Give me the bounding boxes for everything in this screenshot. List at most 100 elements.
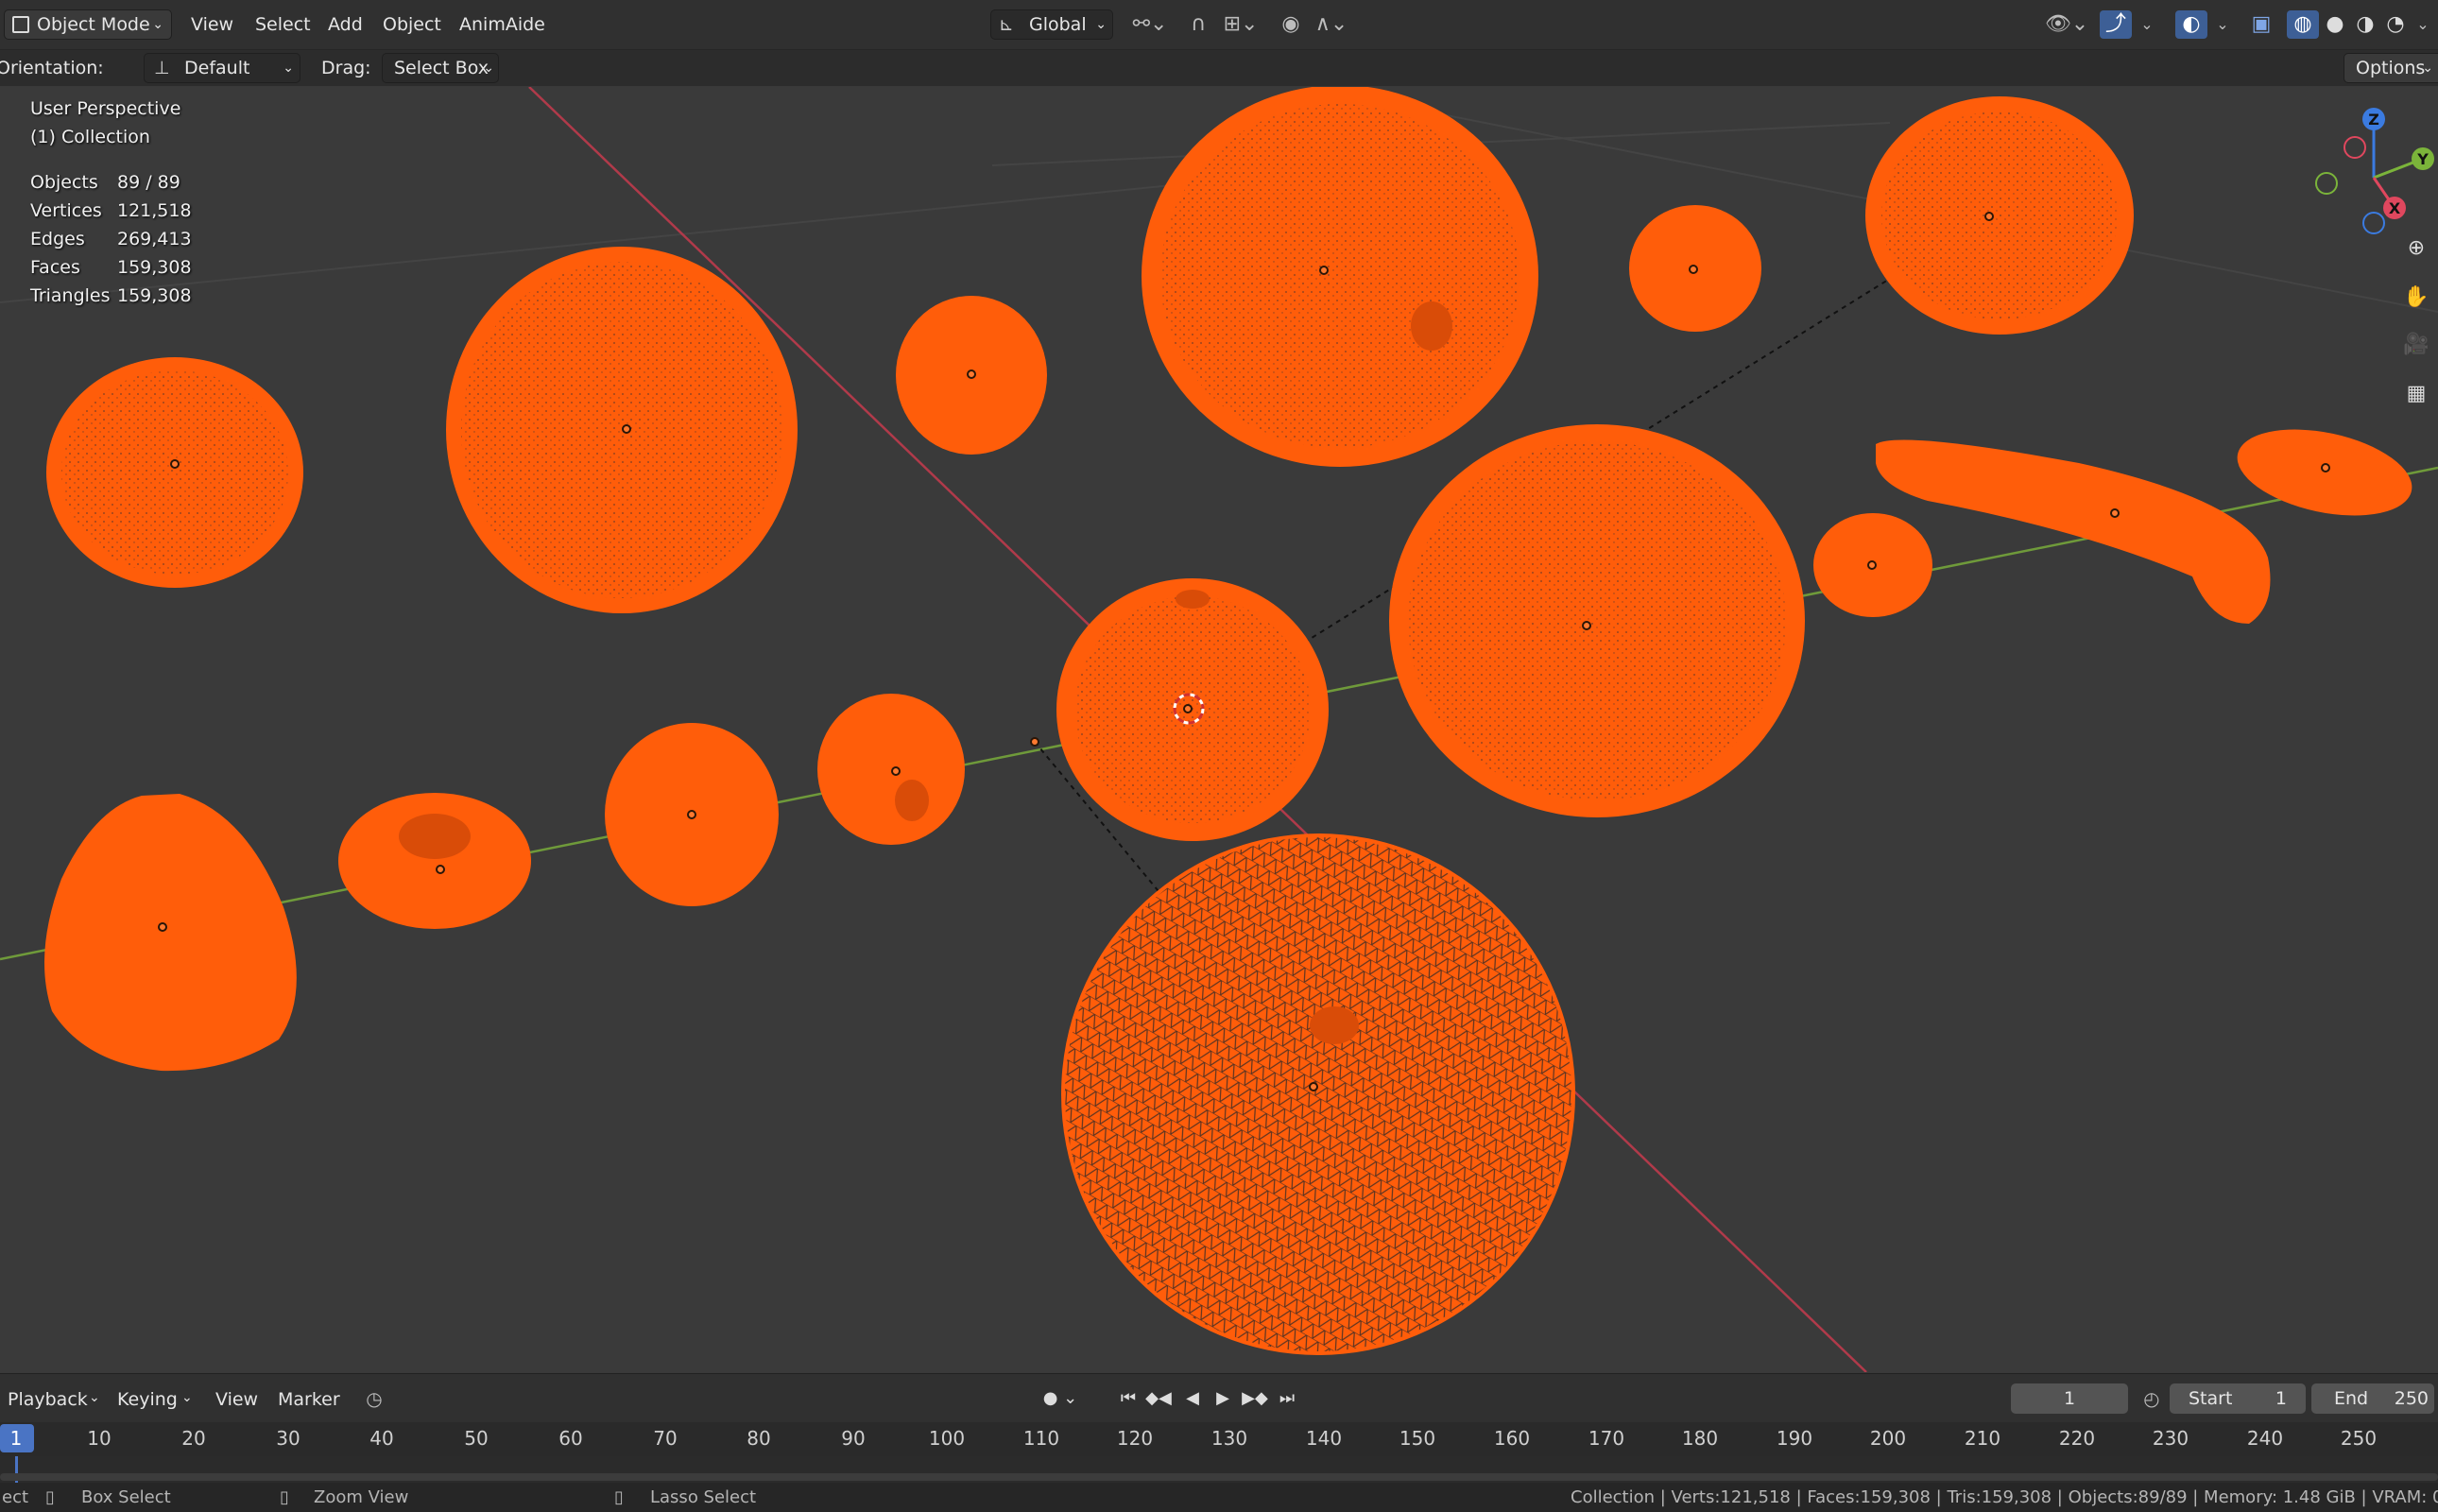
start-label: Start	[2189, 1388, 2233, 1409]
solid-shading-icon[interactable]: ●	[2319, 10, 2351, 39]
frame-ruler[interactable]: 1 10 20 30 40 50 60 70 80 90 100 110 120…	[0, 1422, 2438, 1456]
frame-tick: 180	[1681, 1427, 1719, 1450]
stat-vertices: Vertices 121,518	[30, 200, 192, 221]
frame-tick: 120	[1116, 1427, 1154, 1450]
hand-pan-icon[interactable]: ✋	[2400, 284, 2432, 312]
menu-animaide[interactable]: AnimAide	[459, 14, 545, 35]
menu-object[interactable]: Object	[383, 14, 441, 35]
orientation-value: Default	[184, 58, 250, 78]
chevron-down-icon[interactable]: ⌄	[2136, 10, 2158, 39]
stat-value: 159,308	[117, 285, 192, 306]
wireframe-sphere-mesh	[1065, 837, 1571, 1351]
pivot-point-icon[interactable]: ⚯⌄	[1126, 10, 1174, 39]
mouse-left-icon: ▯	[45, 1487, 55, 1507]
drag-value: Select Box	[394, 58, 489, 78]
material-shading-icon[interactable]: ◑	[2349, 10, 2381, 39]
playback-menu[interactable]: Playback	[8, 1389, 88, 1410]
start-value: 1	[2275, 1388, 2287, 1409]
options-dropdown[interactable]: Options ⌄	[2344, 53, 2438, 83]
chevron-down-icon[interactable]: ⌄	[2412, 10, 2434, 39]
3d-viewport[interactable]: User Perspective (1) Collection Objects 8…	[0, 87, 2438, 1372]
xray-icon[interactable]: ▣	[2245, 10, 2277, 39]
mesh-object[interactable]	[2229, 415, 2419, 529]
end-frame-field[interactable]: End 250	[2311, 1383, 2434, 1414]
mesh-object[interactable]	[338, 793, 531, 929]
overlays-icon[interactable]: ◐	[2175, 10, 2207, 39]
orientation-dropdown[interactable]: ⊥ Default ⌄	[144, 53, 300, 83]
wireframe-shading-icon[interactable]: ◍	[2287, 10, 2319, 39]
timeline-scrollbar[interactable]	[0, 1473, 2438, 1481]
mesh-object[interactable]	[817, 694, 965, 845]
lasso-select-hint: Lasso Select	[650, 1487, 757, 1507]
gizmo-y-label: Y	[2416, 150, 2429, 168]
gizmo-z-label: Z	[2368, 111, 2379, 129]
chevron-down-icon: ⌄	[1095, 17, 1107, 32]
marker-menu[interactable]: Marker	[278, 1389, 340, 1410]
frame-tick: 110	[1022, 1427, 1060, 1450]
frame-tick: 30	[276, 1427, 300, 1450]
record-icon[interactable]: ● ⌄	[1039, 1384, 1081, 1413]
start-frame-field[interactable]: Start 1	[2170, 1383, 2306, 1414]
prev-keyframe-icon[interactable]: ◆◀	[1143, 1384, 1174, 1413]
navigation-gizmo[interactable]: Z Y X	[2306, 106, 2438, 238]
chevron-down-icon: ⌄	[152, 17, 163, 32]
zoom-view-hint: Zoom View	[314, 1487, 409, 1507]
orientation-axes-icon: ⊾	[999, 14, 1014, 35]
tool-settings-bar: Orientation: ⊥ Default ⌄ Drag: Select Bo…	[0, 50, 2438, 86]
frame-tick: 220	[2058, 1427, 2096, 1450]
mesh-object[interactable]	[1876, 439, 2271, 625]
orientation-gizmo-icon: ⊥	[154, 58, 170, 78]
timeline-track[interactable]	[0, 1456, 2438, 1483]
rendered-shading-icon[interactable]: ◔	[2379, 10, 2412, 39]
menu-add[interactable]: Add	[328, 14, 363, 35]
proportional-edit-icon[interactable]: ◉	[1276, 10, 1306, 39]
keying-menu[interactable]: Keying	[117, 1389, 178, 1410]
visibility-icon[interactable]: 👁⌄	[2043, 10, 2090, 39]
jump-end-icon[interactable]: ⏭	[1274, 1384, 1300, 1413]
mouse-middle-icon: ▯	[280, 1487, 289, 1507]
play-reverse-icon[interactable]: ◀	[1179, 1384, 1206, 1413]
orientation-setting-label: Orientation:	[0, 58, 104, 78]
status-bar: ect ▯ Box Select ▯ Zoom View ▯ Lasso Sel…	[0, 1483, 2438, 1512]
menu-view[interactable]: View	[191, 14, 233, 35]
menu-select[interactable]: Select	[255, 14, 311, 35]
end-value: 250	[2394, 1388, 2429, 1409]
snap-toggle-icon[interactable]: ∩	[1183, 10, 1213, 39]
drag-dropdown[interactable]: Select Box ⌄	[382, 53, 499, 83]
stat-value: 269,413	[117, 229, 192, 249]
transform-orientation-dropdown[interactable]: ⊾ Global ⌄	[990, 9, 1113, 40]
frame-tick: 190	[1776, 1427, 1813, 1450]
object-mode-icon	[12, 16, 29, 33]
mesh-object[interactable]	[44, 794, 297, 1072]
jump-start-icon[interactable]: ⏮	[1115, 1384, 1142, 1413]
stopwatch-icon[interactable]: ◴	[2138, 1384, 2166, 1413]
gizmo-x-label: X	[2389, 199, 2401, 217]
chevron-down-icon: ⌄	[283, 60, 294, 76]
mode-label: Object Mode	[37, 14, 150, 35]
frame-tick: 80	[747, 1427, 771, 1450]
chevron-down-icon: ⌄	[89, 1390, 100, 1405]
camera-icon[interactable]: 🎥	[2400, 331, 2432, 359]
sync-clock-icon[interactable]: ◷	[359, 1384, 389, 1413]
falloff-icon[interactable]: ∧⌄	[1310, 10, 1353, 39]
stat-label: Vertices	[30, 200, 102, 221]
chevron-down-icon: ⌄	[2422, 60, 2433, 76]
perspective-grid-icon[interactable]: ▦	[2400, 380, 2432, 408]
next-keyframe-icon[interactable]: ▶◆	[1240, 1384, 1270, 1413]
chevron-down-icon: ⌄	[483, 60, 494, 76]
mode-selector[interactable]: Object Mode ⌄	[4, 9, 172, 40]
frame-tick: 170	[1588, 1427, 1625, 1450]
surface-detail	[61, 104, 2118, 823]
snap-target-icon[interactable]: ⊞⌄	[1217, 10, 1264, 39]
current-frame-field[interactable]: 1	[2011, 1383, 2128, 1414]
frame-tick: 160	[1493, 1427, 1531, 1450]
frame-tick: 20	[181, 1427, 206, 1450]
play-icon[interactable]: ▶	[1210, 1384, 1236, 1413]
timeline-view-menu[interactable]: View	[215, 1389, 258, 1410]
chevron-down-icon[interactable]: ⌄	[2211, 10, 2234, 39]
end-label: End	[2334, 1388, 2369, 1409]
zoom-icon[interactable]: ⊕	[2400, 234, 2432, 263]
stat-triangles: Triangles 159,308	[30, 285, 192, 306]
viewport-scene[interactable]	[0, 87, 2438, 1372]
gizmo-toggle-icon[interactable]: ⤴	[2100, 10, 2132, 39]
